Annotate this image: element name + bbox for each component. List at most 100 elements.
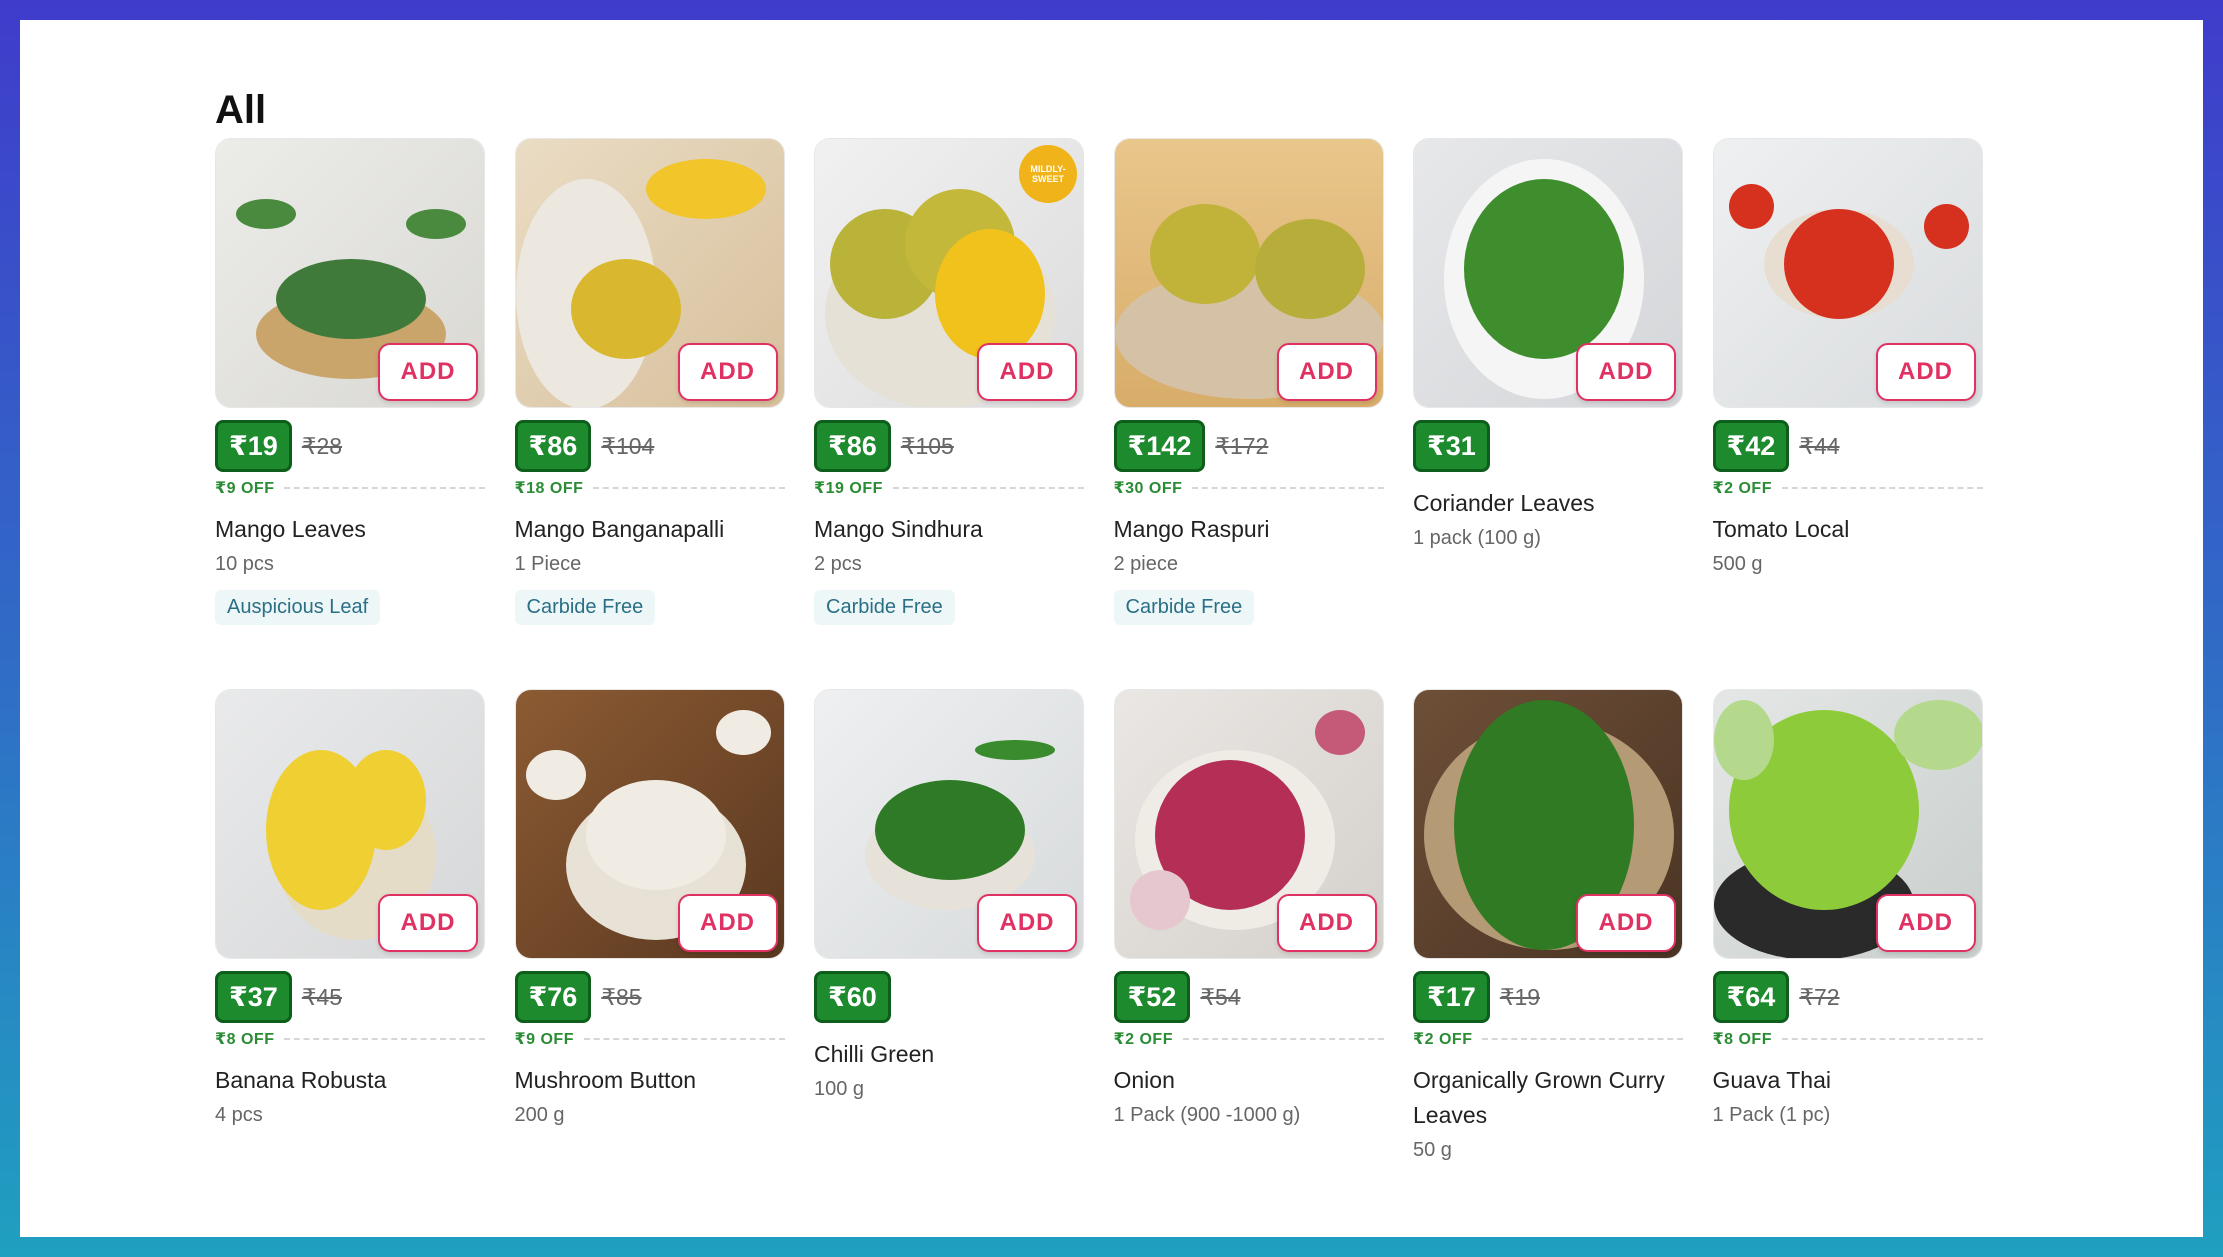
product-card[interactable]: ADD ₹42 ₹44 ₹2 OFF Tomato Local 500 g [1712,138,1983,689]
original-price: ₹45 [301,983,343,1010]
product-card[interactable]: ADD ₹19 ₹28 ₹9 OFF Mango Leaves 10 pcs Auspici… [215,138,485,689]
add-button[interactable]: ADD [977,343,1077,401]
add-button[interactable]: ADD [378,343,478,401]
page: All ADD ₹19 ₹28 ₹9 OFF Mango Leaves 10 pcs Aus… [20,20,2203,1237]
discount-row: ₹9 OFF [215,478,485,498]
price-row: ₹142 ₹172 [1113,420,1384,472]
discount-row: ₹19 OFF [814,478,1084,498]
discount-row: ₹2 OFF [1713,478,1983,498]
product-tag: Auspicious Leaf [215,590,381,625]
product-quantity: 2 pcs [814,553,862,575]
product-name[interactable]: Mango Leaves [215,512,485,547]
product-name[interactable]: Guava Thai [1713,1063,1983,1098]
product-card[interactable]: ADD ₹86 ₹104 ₹18 OFF Mango Banganapalli 1 Pie… [514,138,785,689]
product-quantity: 1 Pack (1 pc) [1712,1104,1831,1126]
image-shape [1464,179,1624,359]
original-price: ₹44 [1799,432,1840,459]
original-price: ₹19 [1499,983,1541,1010]
product-card[interactable]: ADD ₹52 ₹54 ₹2 OFF Onion 1 Pack (900 -1000 g) [1113,689,1384,1162]
product-name[interactable]: Chilli Green [814,1037,1084,1072]
product-quantity: 100 g [814,1078,865,1100]
product-tag: Carbide Free [1113,590,1255,625]
product-name[interactable]: Mango Sindhura [814,512,1084,547]
tomato-image[interactable]: ADD [1712,138,1983,408]
product-quantity: 4 pcs [215,1104,263,1126]
product-card[interactable]: ADD ₹37 ₹45 ₹8 OFF Banana Robusta 4 pcs [215,689,485,1162]
product-name[interactable]: Mushroom Button [515,1063,785,1098]
discount-label: ₹2 OFF [1113,1031,1173,1048]
product-card[interactable]: ADD ₹64 ₹72 ₹8 OFF Guava Thai 1 Pack (1 pc) [1712,689,1983,1162]
curry-leaves-image[interactable]: ADD [1413,689,1683,959]
product-name[interactable]: Organically Grown Curry Leaves [1413,1063,1683,1133]
selling-price: ₹142 [1113,420,1206,472]
mango-raspuri-image[interactable]: ADD [1113,138,1384,408]
price-row: ₹52 ₹54 [1113,971,1384,1023]
add-button[interactable]: ADD [1276,343,1377,401]
dashed-divider [1781,487,1983,489]
product-quantity: 1 Pack (900 -1000 g) [1113,1104,1301,1126]
mango-leaves-image[interactable]: ADD [215,138,485,408]
product-name[interactable]: Coriander Leaves [1413,486,1683,521]
selling-price: ₹17 [1413,971,1490,1023]
product-card[interactable]: ADD ₹142 ₹172 ₹30 OFF Mango Raspuri 2 piece Ca… [1113,138,1384,689]
price-row: ₹17 ₹19 [1413,971,1683,1023]
mango-sindhura-image[interactable]: MILDLY-SWEET ADD [814,138,1084,408]
price-row: ₹60 [814,971,1084,1023]
product-name[interactable]: Onion [1114,1063,1384,1098]
image-shape [1923,204,1969,249]
add-button[interactable]: ADD [1875,894,1976,952]
image-shape [875,780,1025,880]
selling-price: ₹76 [514,971,592,1023]
banana-image[interactable]: ADD [215,689,485,959]
onion-image[interactable]: ADD [1113,689,1384,959]
image-shape [975,740,1055,760]
product-name[interactable]: Tomato Local [1713,512,1983,547]
image-shape [1783,209,1894,319]
product-card[interactable]: ADD ₹76 ₹85 ₹9 OFF Mushroom Button 200 g [514,689,785,1162]
mango-banganapalli-image[interactable]: ADD [514,138,785,408]
product-tag: Carbide Free [514,590,656,625]
add-button[interactable]: ADD [1875,343,1976,401]
product-card[interactable]: ADD ₹60 Chilli Green 100 g [814,689,1084,1162]
product-card[interactable]: ADD ₹31 Coriander Leaves 1 pack (100 g) [1413,138,1683,689]
product-quantity: 2 piece [1113,553,1179,575]
add-button[interactable]: ADD [677,894,778,952]
taste-badge: MILDLY-SWEET [1019,145,1077,203]
product-card[interactable]: MILDLY-SWEET ADD ₹86 ₹105 ₹19 OFF Mango Sindh… [814,138,1084,689]
selling-price: ₹37 [215,971,292,1023]
product-quantity: 1 Piece [514,553,582,575]
product-card[interactable]: ADD ₹17 ₹19 ₹2 OFF Organically Grown Curry L… [1413,689,1683,1162]
dashed-divider [284,1038,485,1040]
discount-row: ₹2 OFF [1114,1029,1384,1049]
add-button[interactable]: ADD [1576,894,1676,952]
add-button[interactable]: ADD [1276,894,1377,952]
product-name[interactable]: Mango Raspuri [1114,512,1384,547]
section-title: All [215,88,267,132]
chilli-image[interactable]: ADD [814,689,1084,959]
mushroom-image[interactable]: ADD [514,689,785,959]
selling-price: ₹86 [514,420,592,472]
discount-row: ₹2 OFF [1413,1029,1683,1049]
guava-image[interactable]: ADD [1712,689,1983,959]
dashed-divider [1781,1038,1983,1040]
discount-row: ₹9 OFF [515,1029,785,1049]
product-name[interactable]: Mango Banganapalli [515,512,785,547]
coriander-image[interactable]: ADD [1413,138,1683,408]
add-button[interactable]: ADD [977,894,1077,952]
product-quantity: 10 pcs [215,553,274,575]
image-shape [406,209,466,239]
original-price: ₹85 [601,983,642,1010]
dashed-divider [1192,487,1384,489]
selling-price: ₹86 [814,420,891,472]
selling-price: ₹60 [814,971,891,1023]
dashed-divider [583,1038,785,1040]
dashed-divider [1482,1038,1683,1040]
add-button[interactable]: ADD [1576,343,1676,401]
add-button[interactable]: ADD [677,343,778,401]
image-shape [1893,700,1982,770]
discount-label: ₹9 OFF [215,480,275,497]
product-name[interactable]: Banana Robusta [215,1063,485,1098]
dashed-divider [593,487,785,489]
add-button[interactable]: ADD [378,894,478,952]
image-shape [346,750,426,850]
